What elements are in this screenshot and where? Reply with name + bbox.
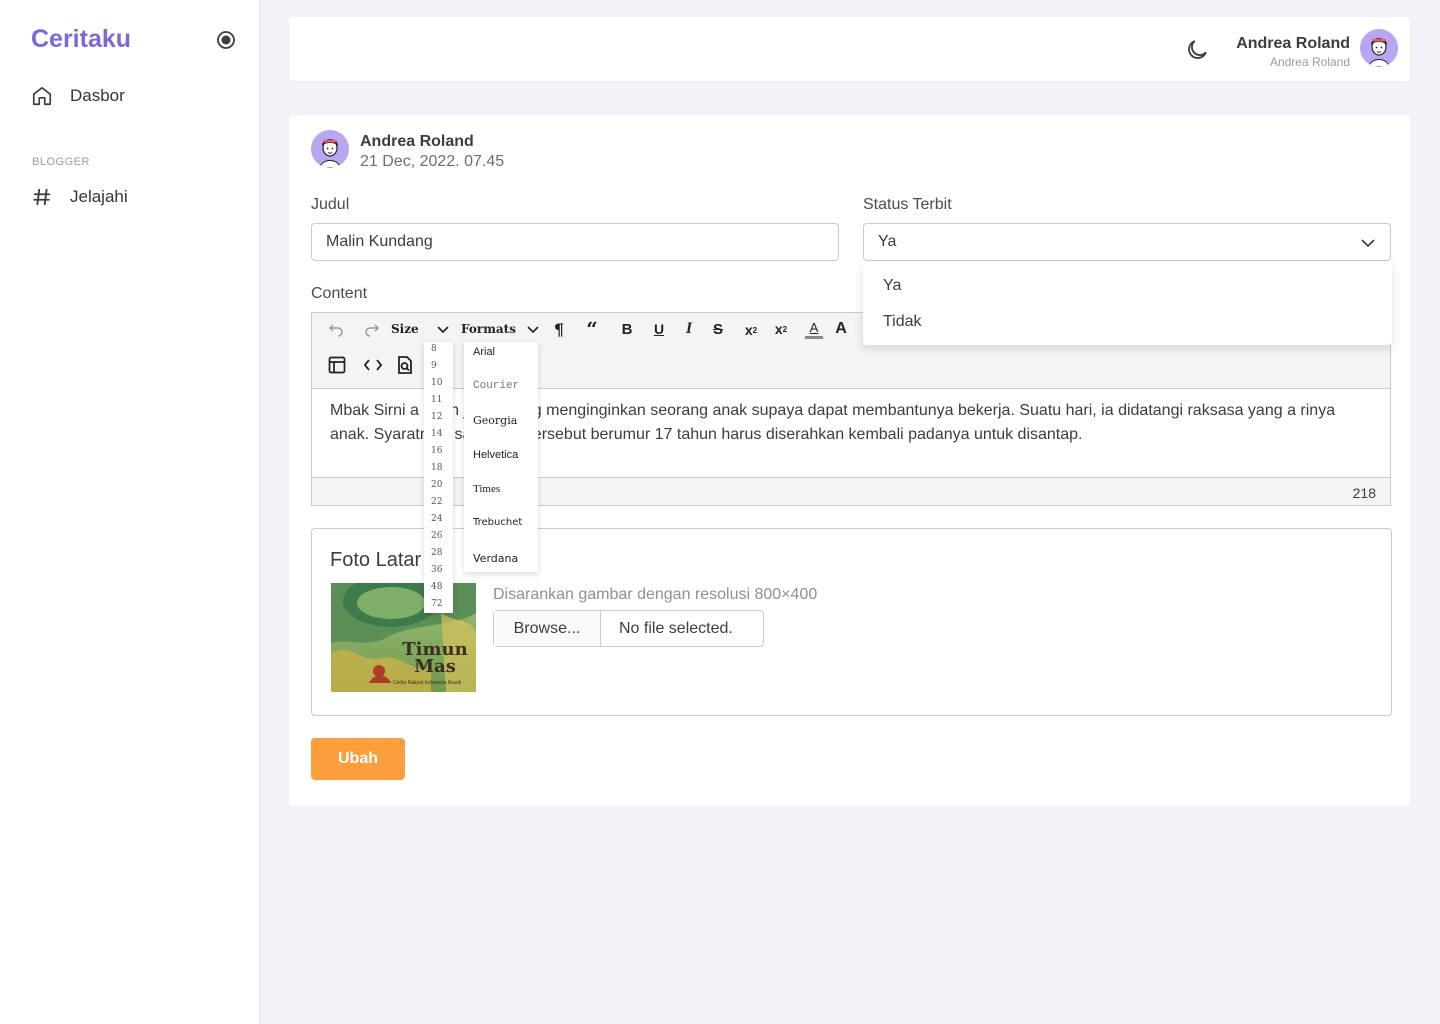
superscript-icon[interactable]: x2 — [771, 319, 791, 339]
font-size-label: Size — [391, 322, 419, 336]
font-family-icon[interactable]: A — [832, 319, 850, 339]
sidebar-item-label: Dasbor — [70, 86, 125, 105]
size-option[interactable]: 26 — [431, 531, 442, 541]
size-option[interactable]: 16 — [431, 446, 442, 456]
status-select[interactable]: Ya — [863, 223, 1391, 261]
size-option[interactable]: 8 — [431, 344, 437, 354]
browse-button[interactable]: Browse... — [494, 611, 601, 646]
formats-label: Formats — [461, 322, 516, 336]
text-color-icon[interactable]: A — [805, 319, 823, 339]
cover-title-text: Timun Mas — [402, 639, 468, 677]
bold-icon[interactable]: B — [618, 319, 636, 339]
word-count: 218 — [1352, 485, 1376, 501]
font-option-arial[interactable]: Arial — [473, 346, 495, 358]
size-option[interactable]: 18 — [431, 463, 442, 473]
status-option-tidak[interactable]: Tidak — [883, 313, 922, 331]
status-selected-value: Ya — [878, 233, 897, 250]
topbar: Andrea Roland Andrea Roland — [289, 17, 1410, 81]
font-option-verdana[interactable]: Verdana — [473, 552, 518, 565]
code-icon[interactable] — [362, 355, 384, 375]
font-option-trebuchet[interactable]: Trebuchet — [473, 517, 522, 528]
sidebar-section-label: BLOGGER — [32, 156, 90, 168]
content-label: Content — [311, 285, 368, 302]
author-name: Andrea Roland — [360, 133, 474, 150]
paragraph-icon[interactable]: ¶ — [550, 319, 568, 339]
post-edit-card: Andrea Roland 21 Dec, 2022. 07.45 Judul … — [289, 115, 1410, 806]
judul-input[interactable]: Malin Kundang — [311, 223, 839, 261]
underline-icon[interactable]: U — [650, 319, 668, 339]
font-size-dropdown[interactable]: Size — [391, 319, 453, 339]
size-option[interactable]: 72 — [431, 599, 442, 609]
post-date: 21 Dec, 2022. 07.45 — [360, 153, 505, 170]
font-size-menu: 8 9 10 11 12 14 16 18 20 22 24 26 28 36 … — [424, 342, 453, 613]
size-option[interactable]: 14 — [431, 429, 442, 439]
size-option[interactable]: 28 — [431, 548, 442, 558]
formats-dropdown[interactable]: Formats — [461, 319, 541, 339]
size-option[interactable]: 11 — [431, 395, 442, 405]
home-icon — [30, 84, 54, 108]
resolution-hint: Disarankan gambar dengan resolusi 800×40… — [493, 586, 818, 603]
judul-label: Judul — [311, 196, 350, 213]
size-option[interactable]: 12 — [431, 412, 442, 422]
status-option-ya[interactable]: Ya — [883, 277, 901, 295]
undo-icon[interactable] — [326, 319, 346, 339]
user-name[interactable]: Andrea Roland — [1236, 35, 1350, 53]
sidebar-item-label: Jelajahi — [70, 187, 128, 206]
user-subtitle: Andrea Roland — [1269, 55, 1350, 69]
size-option[interactable]: 10 — [431, 378, 442, 388]
file-input[interactable]: Browse... No file selected. — [493, 610, 764, 647]
submit-button[interactable]: Ubah — [311, 738, 405, 780]
moon-icon[interactable] — [1184, 37, 1210, 63]
redo-icon[interactable] — [362, 319, 382, 339]
font-option-courier[interactable]: Courier — [473, 380, 519, 392]
size-option[interactable]: 36 — [431, 565, 442, 575]
subscript-icon[interactable]: x2 — [741, 320, 761, 340]
status-label: Status Terbit — [863, 196, 952, 213]
size-option[interactable]: 24 — [431, 514, 442, 524]
status-dropdown: Ya Tidak — [863, 261, 1392, 345]
sidebar: Ceritaku Dasbor BLOGGER Jelajahi — [0, 0, 260, 1024]
sidebar-toggle-icon[interactable] — [216, 30, 236, 50]
font-option-helvetica[interactable]: Helvetica — [473, 449, 518, 461]
avatar[interactable] — [1360, 29, 1398, 67]
hash-icon — [30, 185, 54, 209]
avatar — [311, 130, 349, 168]
brand-logo[interactable]: Ceritaku — [31, 25, 131, 54]
foto-latar-title: Foto Latar — [330, 549, 422, 571]
table-icon[interactable] — [326, 355, 348, 375]
chevron-down-icon — [1360, 235, 1376, 251]
preview-icon[interactable] — [395, 355, 415, 375]
size-option[interactable]: 20 — [431, 480, 442, 490]
sidebar-item-dasbor[interactable]: Dasbor — [30, 84, 125, 108]
sidebar-item-jelajahi[interactable]: Jelajahi — [30, 185, 128, 209]
font-option-georgia[interactable]: Georgia — [473, 414, 517, 427]
italic-icon[interactable]: I — [680, 319, 698, 339]
size-option[interactable]: 22 — [431, 497, 442, 507]
size-option[interactable]: 9 — [431, 361, 437, 371]
cover-thumbnail: Timun Mas Cerita Rakyat Indonesia Klasik — [331, 583, 476, 692]
size-option[interactable]: 48 — [431, 582, 442, 592]
file-status: No file selected. — [619, 619, 733, 637]
font-option-times[interactable]: Times — [473, 483, 500, 495]
strikethrough-icon[interactable]: S — [709, 319, 727, 339]
quote-icon[interactable]: “ — [582, 317, 602, 341]
cover-subtitle-text: Cerita Rakyat Indonesia Klasik — [393, 680, 462, 686]
font-family-menu: Arial Courier Georgia Helvetica Times Tr… — [464, 342, 538, 572]
